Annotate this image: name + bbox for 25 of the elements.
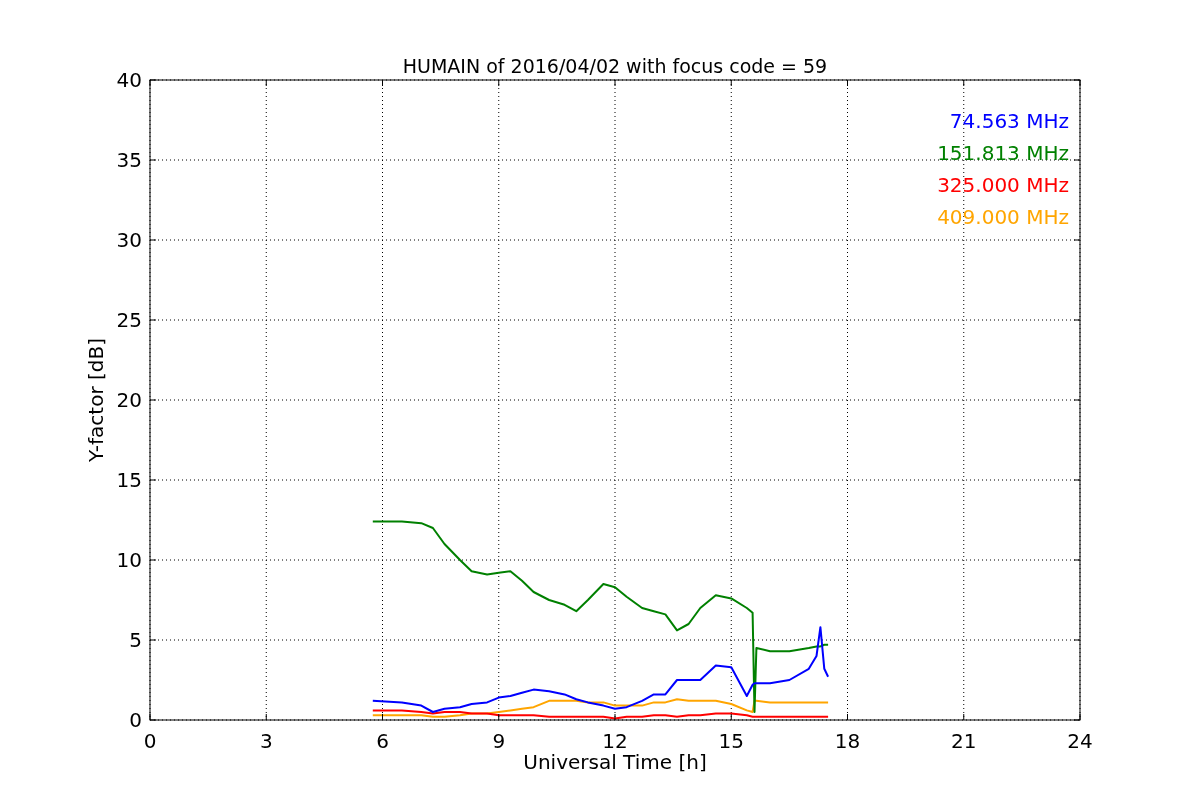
y-tick-label: 20 [116, 388, 142, 412]
y-tick-label: 15 [116, 468, 142, 492]
legend-label: 151.813 MHz [937, 141, 1069, 165]
x-tick-label: 24 [1067, 729, 1093, 753]
y-tick-label: 10 [116, 548, 142, 572]
y-axis-label: Y-factor [dB] [84, 338, 108, 462]
x-tick-label: 21 [951, 729, 977, 753]
y-tick-label: 35 [116, 148, 142, 172]
legend-label: 74.563 MHz [949, 109, 1069, 133]
legend-label: 325.000 MHz [937, 173, 1069, 197]
x-tick-label: 12 [602, 729, 628, 753]
x-axis-label: Universal Time [h] [523, 750, 707, 774]
x-tick-label: 15 [718, 729, 744, 753]
x-tick-label: 0 [143, 729, 157, 753]
y-tick-label: 25 [116, 308, 142, 332]
y-tick-label: 40 [116, 68, 142, 92]
x-tick-label: 6 [376, 729, 389, 753]
y-tick-label: 30 [116, 228, 142, 252]
y-tick-label: 5 [129, 628, 142, 652]
legend-label: 409.000 MHz [937, 205, 1069, 229]
y-tick-label: 0 [129, 708, 142, 732]
chart-title: HUMAIN of 2016/04/02 with focus code = 59 [402, 55, 828, 77]
x-tick-label: 18 [834, 729, 861, 753]
x-tick-label: 3 [259, 729, 273, 753]
x-tick-label: 9 [492, 729, 506, 753]
